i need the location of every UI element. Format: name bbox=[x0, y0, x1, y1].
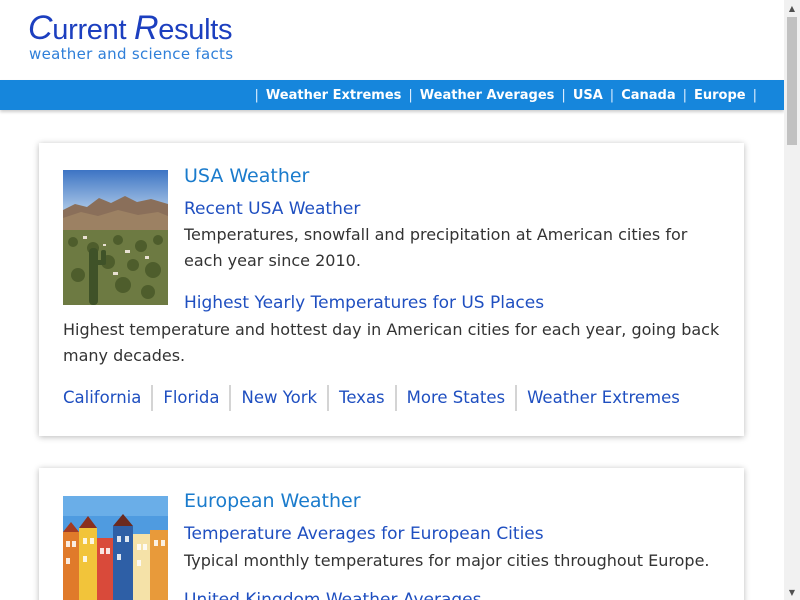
european-temperature-averages-description: Typical monthly temperatures for major c… bbox=[184, 551, 710, 570]
scroll-up-icon[interactable]: ▲ bbox=[784, 0, 800, 16]
desert-landscape-photo[interactable] bbox=[63, 170, 168, 305]
uk-weather-averages-link[interactable]: United Kingdom Weather Averages bbox=[184, 590, 482, 600]
colorful-harbor-houses-photo[interactable] bbox=[63, 496, 168, 600]
nav-link-usa[interactable]: USA bbox=[571, 88, 605, 103]
link-weather-extremes[interactable]: Weather Extremes bbox=[515, 385, 690, 411]
page-scrollbar[interactable]: ▲ ▼ bbox=[784, 0, 800, 600]
recent-usa-weather-link[interactable]: Recent USA Weather bbox=[184, 199, 360, 219]
nav-separator: | bbox=[561, 87, 566, 103]
scroll-down-icon[interactable]: ▼ bbox=[784, 584, 800, 600]
nav-link-weather-averages[interactable]: Weather Averages bbox=[418, 88, 557, 103]
european-temperature-averages-link[interactable]: Temperature Averages for European Cities bbox=[184, 524, 544, 544]
link-more-states[interactable]: More States bbox=[394, 385, 515, 411]
link-california[interactable]: California bbox=[63, 385, 151, 411]
nav-separator: | bbox=[254, 87, 259, 103]
main-nav: | Weather Extremes | Weather Averages | … bbox=[0, 80, 784, 110]
usa-weather-card: USA Weather Recent USA Weather Temperatu… bbox=[39, 143, 744, 436]
highest-yearly-temperatures-link[interactable]: Highest Yearly Temperatures for US Place… bbox=[184, 293, 544, 313]
link-new-york[interactable]: New York bbox=[229, 385, 327, 411]
highest-yearly-temperatures-description: Highest temperature and hottest day in A… bbox=[63, 320, 720, 365]
nav-link-canada[interactable]: Canada bbox=[619, 88, 677, 103]
nav-separator: | bbox=[752, 87, 757, 103]
site-header: Current Results weather and science fact… bbox=[0, 0, 784, 80]
logo-initial-r: R bbox=[133, 9, 159, 47]
nav-link-weather-extremes[interactable]: Weather Extremes bbox=[264, 88, 404, 103]
european-weather-title[interactable]: European Weather bbox=[184, 490, 361, 512]
logo-initial-c: C bbox=[28, 9, 53, 47]
site-tagline: weather and science facts bbox=[29, 45, 234, 63]
link-florida[interactable]: Florida bbox=[151, 385, 229, 411]
usa-weather-title[interactable]: USA Weather bbox=[184, 165, 309, 187]
link-texas[interactable]: Texas bbox=[327, 385, 395, 411]
nav-separator: | bbox=[609, 87, 615, 103]
recent-usa-weather-description: Temperatures, snowfall and precipitation… bbox=[184, 225, 688, 270]
nav-separator: | bbox=[408, 87, 413, 103]
scrollbar-thumb[interactable] bbox=[787, 17, 797, 145]
european-weather-card: European Weather Temperature Averages fo… bbox=[39, 468, 744, 600]
usa-state-links: California Florida New York Texas More S… bbox=[63, 385, 690, 411]
nav-separator: | bbox=[682, 87, 687, 103]
logo-word-results: esults bbox=[158, 14, 233, 46]
logo-word-current: urrent bbox=[52, 14, 134, 46]
nav-link-europe[interactable]: Europe bbox=[692, 88, 748, 103]
site-logo[interactable]: Current Results bbox=[28, 8, 233, 50]
